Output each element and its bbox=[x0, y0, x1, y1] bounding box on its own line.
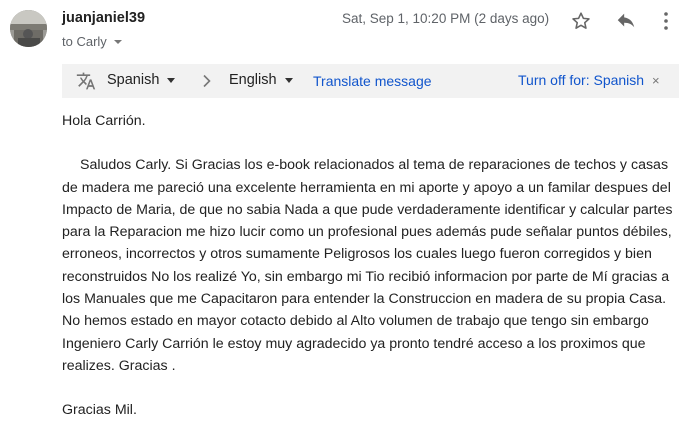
message-paragraph: Saludos Carly. Si Gracias los e-book rel… bbox=[62, 157, 673, 374]
more-vert-icon bbox=[664, 12, 668, 30]
close-icon[interactable]: × bbox=[652, 73, 660, 88]
source-language-label: Spanish bbox=[107, 72, 160, 88]
chevron-right-icon bbox=[202, 74, 212, 88]
avatar-photo-icon bbox=[10, 10, 47, 47]
recipient-line[interactable]: to Carly bbox=[62, 34, 122, 49]
star-icon bbox=[572, 12, 590, 29]
source-language-select[interactable]: Spanish bbox=[107, 72, 176, 88]
reply-button[interactable] bbox=[612, 8, 640, 34]
dropdown-caret-icon bbox=[167, 77, 176, 83]
sender-name[interactable]: juanjaniel39 bbox=[62, 10, 145, 26]
message-body: Hola Carrión. Saludos Carly. Si Gracias … bbox=[62, 110, 684, 422]
translate-bar: Spanish English Translate message Turn o… bbox=[62, 64, 679, 98]
target-language-select[interactable]: English bbox=[229, 72, 293, 88]
more-options-button[interactable] bbox=[656, 8, 676, 34]
recipient-details-caret-icon[interactable] bbox=[113, 40, 122, 44]
star-button[interactable] bbox=[568, 8, 594, 34]
turn-off-translation-link[interactable]: Turn off for: Spanish bbox=[518, 72, 644, 88]
reply-icon bbox=[617, 13, 635, 28]
message-closing: Gracias Mil. bbox=[62, 402, 137, 419]
translate-icon bbox=[76, 71, 96, 91]
sender-avatar[interactable] bbox=[10, 10, 47, 47]
translate-message-link[interactable]: Translate message bbox=[313, 73, 432, 89]
target-language-label: English bbox=[229, 72, 277, 88]
message-greeting: Hola Carrión. bbox=[62, 113, 146, 129]
recipient-label: to Carly bbox=[62, 34, 107, 49]
message-timestamp: Sat, Sep 1, 10:20 PM (2 days ago) bbox=[342, 11, 550, 26]
dropdown-caret-icon bbox=[284, 77, 293, 83]
